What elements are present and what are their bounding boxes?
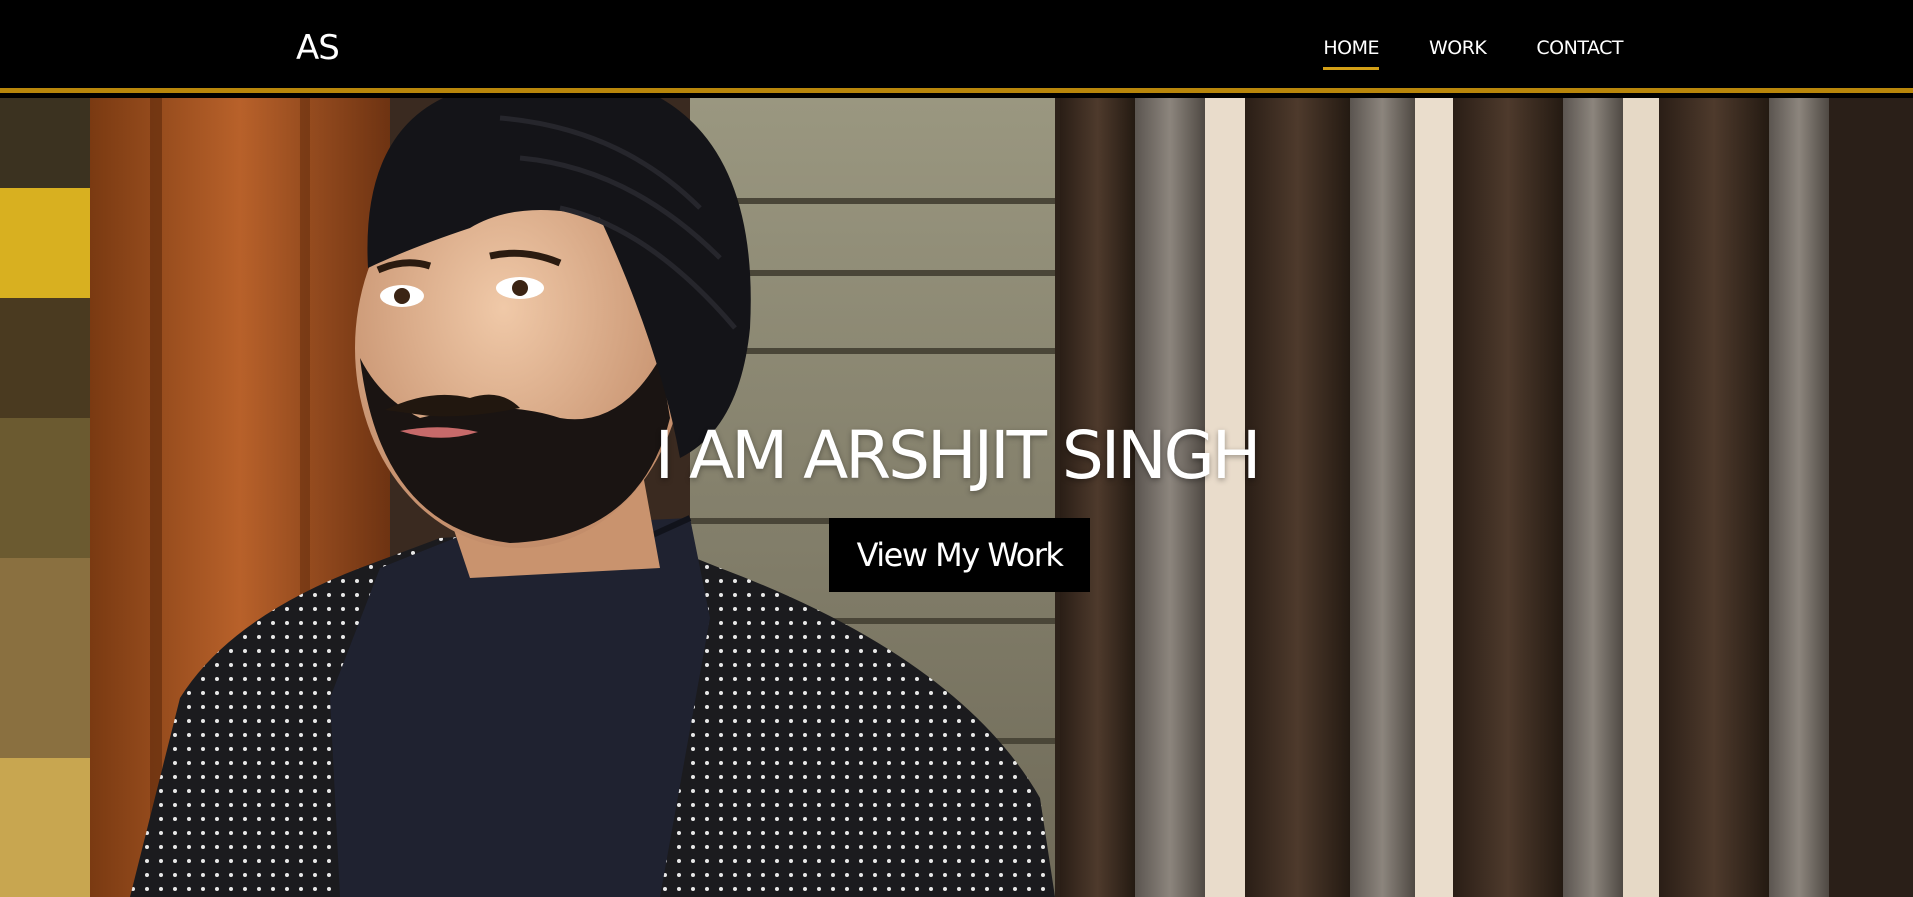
hero-section: I AM ARSHJIT SINGH View My Work bbox=[0, 98, 1913, 897]
hero-content: I AM ARSHJIT SINGH View My Work bbox=[0, 98, 1913, 897]
view-my-work-button[interactable]: View My Work bbox=[829, 518, 1090, 592]
hero-title: I AM ARSHJIT SINGH bbox=[654, 417, 1262, 494]
nav-item-work[interactable]: WORK bbox=[1429, 36, 1487, 70]
top-navbar: AS HOME WORK CONTACT bbox=[0, 0, 1913, 93]
nav-item-home[interactable]: HOME bbox=[1323, 36, 1379, 70]
nav-item-contact[interactable]: CONTACT bbox=[1536, 36, 1623, 70]
main-nav: HOME WORK CONTACT bbox=[1323, 36, 1623, 70]
brand-logo[interactable]: AS bbox=[296, 28, 340, 68]
